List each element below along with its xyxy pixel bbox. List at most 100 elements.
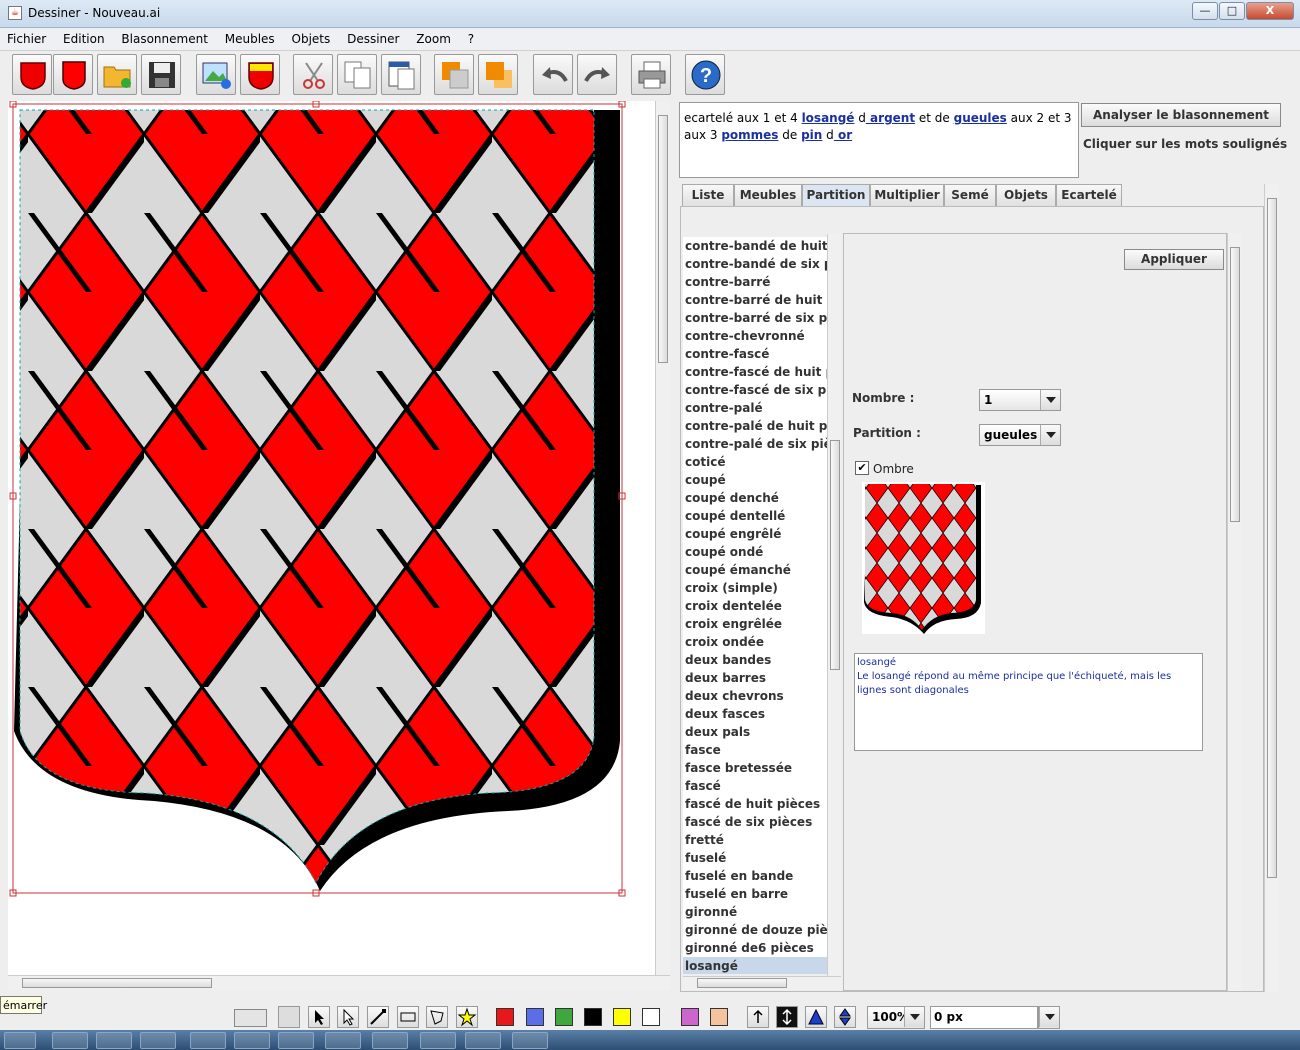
- tab-seme[interactable]: Semé: [944, 184, 996, 206]
- new-shield-button[interactable]: [12, 54, 52, 95]
- panel-vscroll-thumb[interactable]: [1267, 198, 1277, 878]
- blazon-link-pin[interactable]: pin: [801, 128, 822, 142]
- menu-zoom[interactable]: Zoom: [409, 29, 457, 46]
- partition-select[interactable]: gueules: [979, 424, 1061, 446]
- nombre-select[interactable]: 1: [979, 389, 1061, 411]
- list-item[interactable]: contre-bandé de huit pièces: [683, 237, 827, 255]
- blazon-link-losange[interactable]: losangé: [802, 111, 855, 125]
- color-swatch-green[interactable]: [555, 1008, 573, 1026]
- color-swatch-red[interactable]: [496, 1008, 514, 1026]
- polygon-tool-button[interactable]: [426, 1006, 448, 1028]
- maximize-button[interactable]: □: [1219, 2, 1245, 20]
- menu-help[interactable]: ?: [461, 29, 480, 46]
- print-button[interactable]: [631, 54, 671, 95]
- save-button[interactable]: [141, 54, 181, 95]
- list-item[interactable]: croix (simple): [683, 579, 827, 597]
- taskbar-firefox-icon[interactable]: [96, 1032, 132, 1049]
- blazon-link-or[interactable]: or: [834, 128, 852, 142]
- blazon-link-argent[interactable]: argent: [866, 111, 915, 125]
- paste-button[interactable]: [381, 54, 421, 95]
- list-item[interactable]: croix engrêlée: [683, 615, 827, 633]
- taskbar-app-5[interactable]: [234, 1032, 270, 1049]
- menu-objets[interactable]: Objets: [285, 29, 337, 46]
- align-center-button[interactable]: [776, 1006, 798, 1028]
- close-button[interactable]: X: [1246, 2, 1294, 20]
- list-item[interactable]: contre-fascé de six pièces: [683, 381, 827, 399]
- list-item[interactable]: fascé de six pièces: [683, 813, 827, 831]
- taskbar-ie-icon[interactable]: [140, 1032, 176, 1049]
- insert-image-button[interactable]: [196, 54, 236, 95]
- help-button[interactable]: ?: [685, 54, 725, 95]
- list-item[interactable]: coupé: [683, 471, 827, 489]
- list-item[interactable]: coupé denché: [683, 489, 827, 507]
- redo-button[interactable]: [577, 54, 617, 95]
- node-select-button[interactable]: [337, 1006, 359, 1028]
- fill-color-preview[interactable]: [234, 1009, 267, 1027]
- list-item[interactable]: deux chevrons: [683, 687, 827, 705]
- list-item[interactable]: contre-barré: [683, 273, 827, 291]
- list-item[interactable]: deux fasces: [683, 705, 827, 723]
- minimize-button[interactable]: —: [1192, 2, 1218, 20]
- undo-button[interactable]: [533, 54, 573, 95]
- list-item[interactable]: contre-barré de huit pièces: [683, 291, 827, 309]
- canvas-horizontal-scrollbar[interactable]: [8, 975, 670, 990]
- menu-dessiner[interactable]: Dessiner: [340, 29, 405, 46]
- list-hscroll-thumb[interactable]: [697, 978, 787, 988]
- list-item[interactable]: deux bandes: [683, 651, 827, 669]
- taskbar-app-1[interactable]: [52, 1032, 88, 1049]
- partition-list[interactable]: contre-bandé de huit piècescontre-bandé …: [683, 237, 827, 974]
- list-item[interactable]: fuselé en bande: [683, 867, 827, 885]
- blazon-text-area[interactable]: ecartelé aux 1 et 4 losangé d argent et …: [679, 102, 1079, 178]
- chevron-down-icon[interactable]: [904, 1007, 924, 1027]
- stroke-width-input[interactable]: 0 px: [930, 1006, 1038, 1029]
- color-swatch-yellow[interactable]: [613, 1008, 631, 1026]
- list-item[interactable]: croix ondée: [683, 633, 827, 651]
- list-item[interactable]: contre-fascé de huit pièces: [683, 363, 827, 381]
- list-item[interactable]: croix dentelée: [683, 597, 827, 615]
- copy-button[interactable]: [337, 54, 377, 95]
- flat-shield-button[interactable]: [53, 54, 93, 95]
- menu-fichier[interactable]: Fichier: [0, 29, 52, 46]
- open-button[interactable]: [97, 54, 137, 95]
- blazon-link-gueules[interactable]: gueules: [954, 111, 1007, 125]
- color-swatch-blue[interactable]: [526, 1008, 544, 1026]
- canvas-hscroll-thumb[interactable]: [22, 978, 212, 988]
- list-item[interactable]: contre-chevronné: [683, 327, 827, 345]
- list-item[interactable]: contre-palé de huit pièces: [683, 417, 827, 435]
- taskbar-java-icon[interactable]: [512, 1032, 548, 1049]
- list-item[interactable]: coupé émanché: [683, 561, 827, 579]
- canvas-vertical-scrollbar[interactable]: [655, 101, 670, 975]
- select-tool-button[interactable]: [308, 1006, 330, 1028]
- list-item[interactable]: gironné de douze pièces: [683, 921, 827, 939]
- list-item[interactable]: coticé: [683, 453, 827, 471]
- list-item[interactable]: gironné: [683, 903, 827, 921]
- cut-button[interactable]: [293, 54, 333, 95]
- list-item[interactable]: contre-palé: [683, 399, 827, 417]
- star-tool-button[interactable]: [456, 1006, 478, 1028]
- blazon-link-pommes[interactable]: pommes: [721, 128, 778, 142]
- tab-multiplier[interactable]: Multiplier: [870, 184, 944, 206]
- list-item[interactable]: losangé: [683, 957, 827, 974]
- list-item[interactable]: deux barres: [683, 669, 827, 687]
- tab-meubles[interactable]: Meubles: [734, 184, 802, 206]
- tab-partition[interactable]: Partition: [802, 184, 870, 207]
- properties-vertical-scrollbar[interactable]: [1227, 233, 1241, 991]
- taskbar-folder-icon[interactable]: [372, 1032, 408, 1049]
- taskbar-app-7[interactable]: [325, 1032, 361, 1049]
- send-back-button[interactable]: [478, 54, 518, 95]
- canvas-vscroll-thumb[interactable]: [658, 115, 668, 363]
- tab-liste[interactable]: Liste: [682, 184, 734, 206]
- drawing-canvas[interactable]: [8, 101, 655, 975]
- list-item[interactable]: contre-palé de six pièces: [683, 435, 827, 453]
- taskbar-app-9[interactable]: [420, 1032, 456, 1049]
- ombre-checkbox[interactable]: ✔: [855, 461, 869, 475]
- list-item[interactable]: contre-fascé: [683, 345, 827, 363]
- list-item[interactable]: coupé dentellé: [683, 507, 827, 525]
- menu-blasonnement[interactable]: Blasonnement: [114, 29, 214, 46]
- list-item[interactable]: gironné de6 pièces: [683, 939, 827, 957]
- list-item[interactable]: deux pals: [683, 723, 827, 741]
- list-item[interactable]: fuselé en barre: [683, 885, 827, 903]
- list-item[interactable]: contre-barré de six pièces: [683, 309, 827, 327]
- menu-meubles[interactable]: Meubles: [218, 29, 281, 46]
- tab-objets[interactable]: Objets: [996, 184, 1056, 206]
